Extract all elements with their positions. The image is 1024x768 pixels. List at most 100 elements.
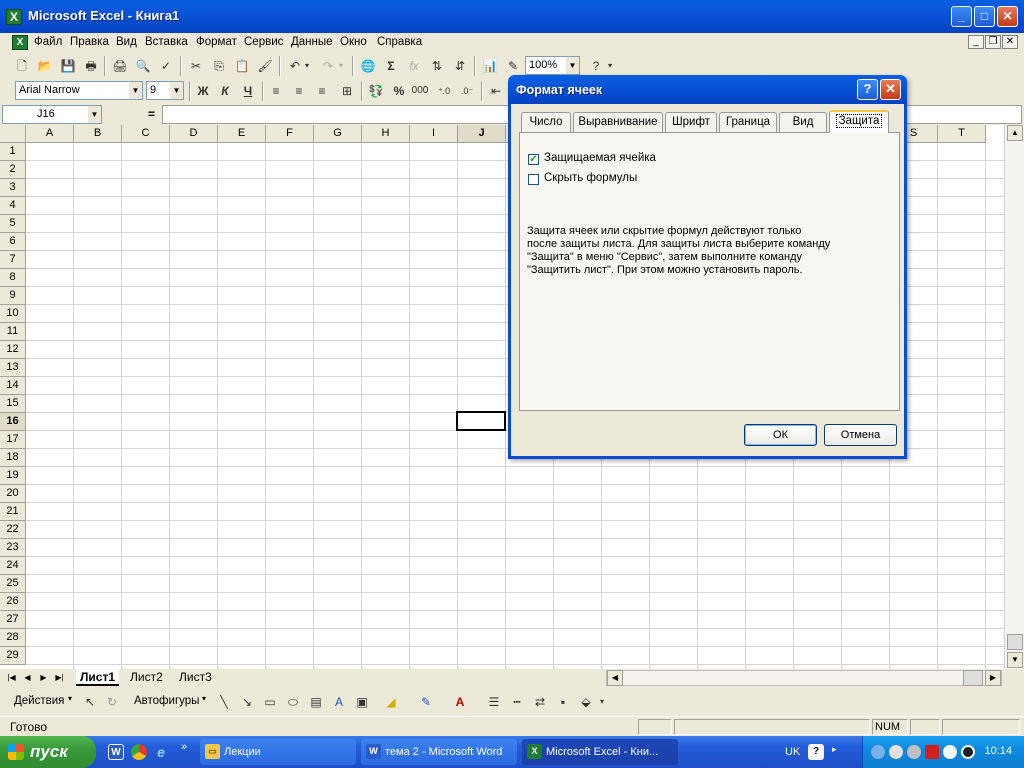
comma-style-button[interactable]: 000	[410, 81, 430, 101]
sheet-tab-1[interactable]: Лист1	[76, 669, 120, 686]
sheet-tab-3[interactable]: Лист3	[175, 669, 216, 686]
language-options-icon[interactable]: ▸	[832, 744, 837, 755]
function-icon[interactable]: fx	[404, 56, 424, 76]
formula-equals-label[interactable]: =	[148, 107, 155, 121]
scroll-right-icon[interactable]: ▶	[985, 670, 1001, 686]
menu-view[interactable]: Вид	[116, 36, 137, 48]
row-header-28[interactable]: 28	[0, 629, 26, 647]
row-header-17[interactable]: 17	[0, 431, 26, 449]
bold-button[interactable]: Ж	[193, 81, 213, 101]
decrease-indent-icon[interactable]: ⇤	[486, 81, 506, 101]
menu-tools[interactable]: Сервис	[244, 36, 283, 48]
autosum-icon[interactable]: Σ	[381, 56, 401, 76]
currency-icon[interactable]: 💱	[366, 81, 386, 101]
row-header-14[interactable]: 14	[0, 377, 26, 395]
cancel-button[interactable]: Отмена	[824, 424, 897, 446]
ok-button[interactable]: ОК	[744, 424, 817, 446]
percent-style-button[interactable]: %	[389, 81, 409, 101]
column-header-j[interactable]: J	[458, 125, 506, 143]
doc-close-button[interactable]: ✕	[1002, 35, 1018, 49]
chrome-quicklaunch-icon[interactable]	[131, 744, 147, 760]
line-style-icon[interactable]: ☰	[484, 692, 504, 712]
row-header-19[interactable]: 19	[0, 467, 26, 485]
dialog-help-button[interactable]: ?	[857, 79, 878, 100]
row-header-23[interactable]: 23	[0, 539, 26, 557]
chevron-down-icon[interactable]: ▼	[566, 57, 579, 74]
autoshapes-menu[interactable]: Автофигуры	[134, 695, 199, 707]
increase-decimal-icon[interactable]: ⁺.0	[434, 81, 454, 101]
scroll-up-icon[interactable]: ▲	[1007, 125, 1023, 141]
column-header-c[interactable]: C	[122, 125, 170, 143]
save-icon[interactable]: 💾	[58, 56, 78, 76]
tray-tools-icon[interactable]	[907, 745, 921, 759]
language-help-icon[interactable]: ?	[808, 744, 824, 760]
column-header-i[interactable]: I	[410, 125, 458, 143]
vertical-scrollbar[interactable]: ▲ ▼	[1004, 125, 1024, 669]
scroll-thumb[interactable]	[1007, 634, 1023, 650]
doc-minimize-button[interactable]: _	[968, 35, 984, 49]
hidden-checkbox[interactable]	[528, 174, 539, 185]
tab-patterns[interactable]: Вид	[779, 112, 827, 132]
row-header-25[interactable]: 25	[0, 575, 26, 593]
tab-number[interactable]: Число	[521, 112, 571, 132]
line-icon[interactable]: ╲	[214, 692, 234, 712]
line-color-icon[interactable]: ✎	[416, 692, 436, 712]
tray-network-icon[interactable]	[889, 745, 903, 759]
row-header-11[interactable]: 11	[0, 323, 26, 341]
chart-wizard-icon[interactable]: 📊	[480, 56, 500, 76]
sort-descending-icon[interactable]: ⇵	[450, 56, 470, 76]
row-header-24[interactable]: 24	[0, 557, 26, 575]
locked-checkbox[interactable]: ✓	[528, 154, 539, 165]
spelling-icon[interactable]: ✓	[156, 56, 176, 76]
chevron-down-icon[interactable]: ▼	[170, 82, 183, 99]
underline-button[interactable]: Ч	[238, 81, 258, 101]
copy-icon[interactable]: ⎘	[209, 56, 229, 76]
print-preview-icon[interactable]: 🔍	[133, 56, 153, 76]
column-header-d[interactable]: D	[170, 125, 218, 143]
row-header-3[interactable]: 3	[0, 179, 26, 197]
print-icon[interactable]: 🖨	[110, 56, 130, 76]
tray-volume-icon[interactable]	[871, 745, 885, 759]
select-all-corner[interactable]	[0, 125, 26, 143]
row-header-21[interactable]: 21	[0, 503, 26, 521]
doc-restore-button[interactable]: ❐	[985, 35, 1001, 49]
excel-app-icon[interactable]: X	[6, 9, 22, 25]
menu-help[interactable]: Справка	[377, 36, 422, 48]
3d-style-icon[interactable]: ⬙	[576, 692, 596, 712]
row-header-6[interactable]: 6	[0, 233, 26, 251]
row-header-26[interactable]: 26	[0, 593, 26, 611]
row-header-16[interactable]: 16	[0, 413, 26, 431]
text-box-icon[interactable]: ▤	[306, 692, 326, 712]
redo-icon[interactable]: ↷	[318, 56, 338, 76]
column-header-g[interactable]: G	[314, 125, 362, 143]
decrease-decimal-icon[interactable]: .0⁻	[457, 81, 477, 101]
row-header-22[interactable]: 22	[0, 521, 26, 539]
menu-data[interactable]: Данные	[291, 36, 333, 48]
name-box[interactable]: J16 ▼	[2, 105, 102, 124]
italic-button[interactable]: К	[215, 81, 235, 101]
sheet-tab-2[interactable]: Лист2	[126, 669, 167, 686]
chevron-down-icon[interactable]: ▼	[129, 82, 142, 99]
font-color-icon[interactable]: A	[450, 692, 470, 712]
column-header-f[interactable]: F	[266, 125, 314, 143]
active-cell-j16[interactable]	[456, 411, 506, 431]
dash-style-icon[interactable]: ┅	[507, 692, 527, 712]
align-left-icon[interactable]: ≡	[266, 81, 286, 101]
tab-border[interactable]: Граница	[719, 112, 777, 132]
toolbar-options-icon[interactable]: ▾	[597, 692, 607, 712]
row-header-8[interactable]: 8	[0, 269, 26, 287]
sort-ascending-icon[interactable]: ⇅	[427, 56, 447, 76]
minimize-button[interactable]: _	[951, 6, 972, 27]
dialog-title-bar[interactable]: Формат ячеек ? ✕	[508, 75, 907, 104]
column-header-h[interactable]: H	[362, 125, 410, 143]
prev-sheet-icon[interactable]: ◀	[20, 670, 35, 685]
tab-alignment[interactable]: Выравнивание	[573, 112, 663, 132]
word-quicklaunch-icon[interactable]: W	[108, 744, 124, 760]
clock[interactable]: 10:14	[984, 745, 1012, 757]
row-header-12[interactable]: 12	[0, 341, 26, 359]
actions-menu[interactable]: Действия	[14, 695, 64, 707]
arrow-icon[interactable]: ↘	[237, 692, 257, 712]
menu-insert[interactable]: Вставка	[145, 36, 188, 48]
row-header-2[interactable]: 2	[0, 161, 26, 179]
chevron-down-icon[interactable]: ▼	[88, 106, 101, 123]
